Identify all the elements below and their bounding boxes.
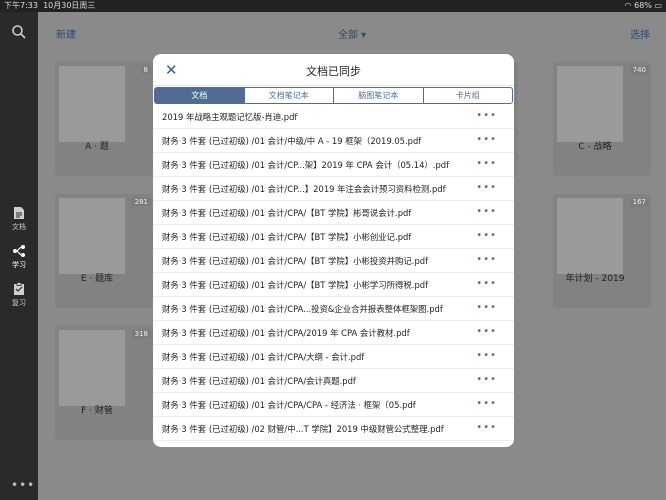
tab-mindmap-notebooks[interactable]: 脑图笔记本 [334,88,424,103]
status-time: 下午7:33 10月30日周三 [4,1,96,10]
list-item[interactable]: 财务 3 件套 (已过初级) /01 会计/CPA/会计真题.pdf ••• [153,369,514,393]
more-options-icon[interactable]: ••• [476,279,497,289]
new-button[interactable]: 新建 [56,26,76,41]
more-options-icon[interactable]: ••• [476,303,497,313]
more-options-icon[interactable]: ••• [476,231,497,241]
document-icon [14,207,24,219]
list-item[interactable]: 财务 3 件套 (已过初级) /01 会计/CPA/【BT 学院】小彬创业记.p… [153,225,514,249]
list-item[interactable]: 财务 3 件套 (已过初级) /01 会计/CPA/【BT 学院】小彬学习所得税… [153,273,514,297]
sidebar-item-learning[interactable]: 学习 [0,244,38,278]
list-item[interactable]: 财务 3 件套 (已过初级) /01 会计/CPA/【BT 学院】彬哥说会计.p… [153,201,514,225]
list-item[interactable]: 财务 3 件套 (已过初级) /01 会计/CPA/大纲 - 会计.pdf ••• [153,345,514,369]
notebook-thumbnail [59,66,125,142]
list-item[interactable]: 财务 3 件套 (已过初级) /01 会计/CPA/【BT 学院】小彬投资并购记… [153,249,514,273]
more-options-icon[interactable]: ••• [476,159,497,169]
notebook-thumbnail [59,330,125,406]
more-options-icon[interactable]: ••• [476,207,497,217]
select-button[interactable]: 选择 [630,26,650,41]
modal-header: ✕ 文档已同步 [153,54,514,86]
more-options-icon[interactable]: ••• [476,399,497,409]
more-icon[interactable]: ••• [11,478,35,492]
more-options-icon[interactable]: ••• [476,351,497,361]
list-item[interactable]: 财务 3 件套 (已过初级) /01 会计/CPA/CPA - 经济法 · 框架… [153,393,514,417]
sidebar-item-documents[interactable]: 文档 [0,206,38,240]
notebook-card[interactable]: 167 年计划 - 2019 [553,194,651,308]
more-options-icon[interactable]: ••• [476,183,497,193]
tab-documents[interactable]: 文档 [155,88,245,103]
list-item[interactable]: 财务 3 件套 (已过初级) /01 会计/CP...】2019 年注会会计预习… [153,177,514,201]
file-list: 2019 年战略主观题记忆版-肖迪.pdf ••• 财务 3 件套 (已过初级) … [153,105,514,441]
notebook-card[interactable]: 8 A · 题 [55,62,153,176]
list-item[interactable]: 财务 3 件套 (已过初级) /02 财管/中...T 学院】2019 中级财管… [153,417,514,441]
more-options-icon[interactable]: ••• [476,135,497,145]
more-options-icon[interactable]: ••• [476,111,497,121]
status-bar: 下午7:33 10月30日周三 ◠ 68% ▭ [0,0,666,12]
list-item[interactable]: 财务 3 件套 (已过初级) /01 会计/CP...架】2019 年 CPA … [153,153,514,177]
more-options-icon[interactable]: ••• [476,255,497,265]
status-battery: ◠ 68% ▭ [624,1,662,10]
sync-modal: ✕ 文档已同步 文档 文档笔记本 脑图笔记本 卡片组 2019 年战略主观题记忆… [153,54,514,447]
tab-card-decks[interactable]: 卡片组 [424,88,513,103]
review-icon [14,282,24,295]
more-options-icon[interactable]: ••• [476,327,497,337]
notebook-thumbnail [59,198,125,274]
list-item[interactable]: 财务 3 件套 (已过初级) /01 会计/CPA...投资&企业合并报表整体框… [153,297,514,321]
notebook-thumbnail [557,198,623,274]
list-item[interactable]: 财务 3 件套 (已过初级) /01 会计/CPA/2019 年 CPA 会计教… [153,321,514,345]
more-options-icon[interactable]: ••• [476,423,497,433]
battery-icon: ▭ [654,1,662,10]
more-options-icon[interactable]: ••• [476,375,497,385]
notebook-card[interactable]: 740 C - 战略 [553,62,651,176]
learning-icon [13,245,25,257]
list-item[interactable]: 财务 3 件套 (已过初级) /01 会计/中级/中 A - 19 框架（201… [153,129,514,153]
notebook-thumbnail [557,66,623,142]
notebook-card[interactable]: 281 E · 题库 [55,194,153,308]
sidebar: 文档 学习 复习 ••• [0,12,38,500]
segmented-tabs: 文档 文档笔记本 脑图笔记本 卡片组 [154,87,513,104]
search-icon[interactable] [11,24,27,40]
wifi-icon: ◠ [624,1,632,10]
list-item[interactable]: 2019 年战略主观题记忆版-肖迪.pdf ••• [153,105,514,129]
notebook-card[interactable]: 318 F · 财管 [55,326,153,440]
top-toolbar: 新建 全部 ▾ 选择 [38,12,666,50]
sidebar-item-review[interactable]: 复习 [0,282,38,316]
filter-dropdown[interactable]: 全部 ▾ [338,26,366,41]
modal-title: 文档已同步 [306,65,361,78]
tab-document-notebooks[interactable]: 文档笔记本 [245,88,334,103]
